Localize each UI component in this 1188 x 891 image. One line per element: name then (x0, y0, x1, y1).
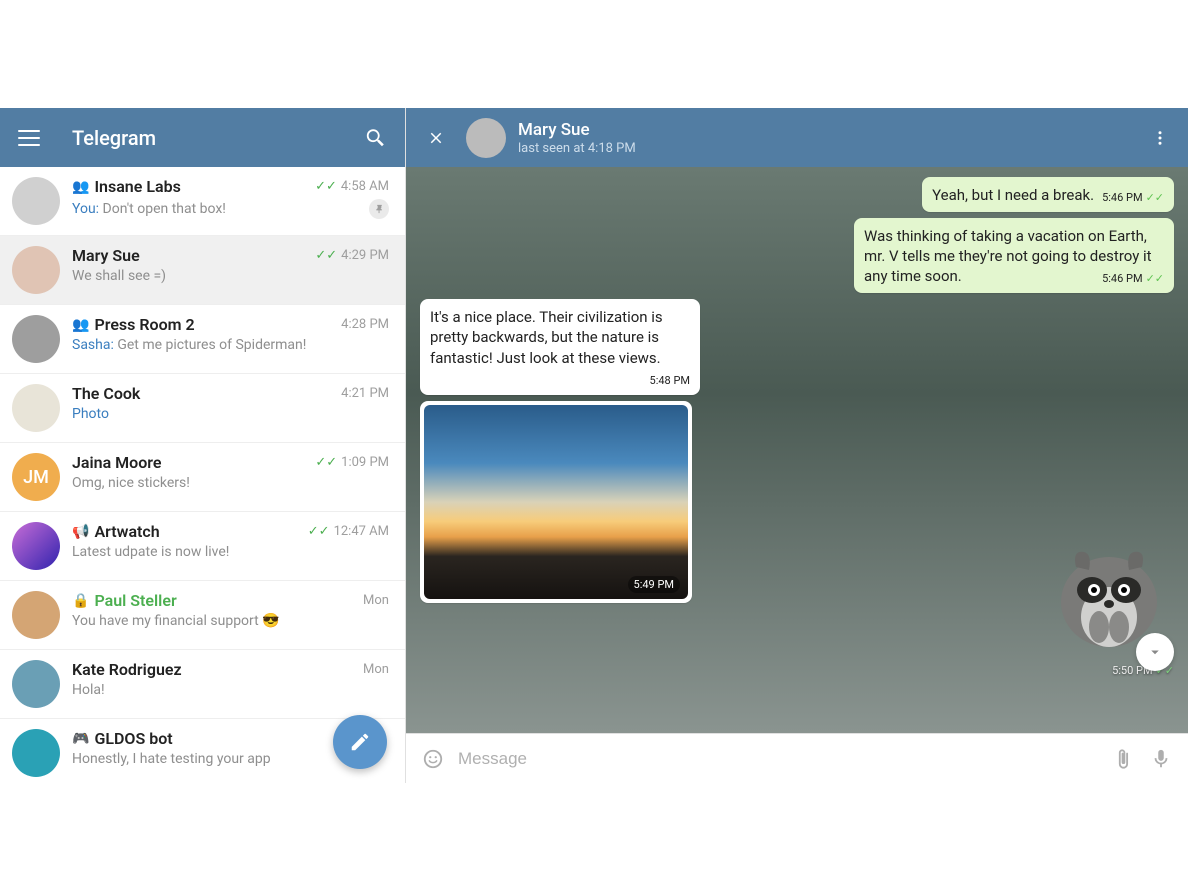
message-input[interactable] (458, 749, 1098, 769)
chat-name: Jaina Moore (72, 453, 315, 472)
close-icon[interactable] (420, 122, 452, 154)
avatar (12, 315, 60, 363)
chat-item-press-room[interactable]: 👥 Press Room 2 4:28 PM Sasha: Get me pic… (0, 305, 405, 374)
avatar (12, 384, 60, 432)
search-icon[interactable] (365, 127, 387, 149)
chat-preview: You: Don't open that box! (72, 201, 363, 217)
avatar (12, 729, 60, 777)
chat-name: Insane Labs (94, 177, 315, 196)
chat-time: 4:29 PM (341, 248, 389, 263)
read-checks-icon: ✓✓ (315, 455, 337, 470)
photo-attachment[interactable]: 5:49 PM (424, 405, 688, 599)
read-checks-icon: ✓✓ (1146, 191, 1164, 204)
chat-preview: Hola! (72, 682, 389, 698)
chat-time: 1:09 PM (341, 455, 389, 470)
chat-time: 4:21 PM (341, 386, 389, 401)
chat-header: Mary Sue last seen at 4:18 PM (406, 108, 1188, 167)
group-icon: 👥 (72, 179, 89, 195)
chat-panel: Mary Sue last seen at 4:18 PM Yeah, but … (406, 108, 1188, 783)
chat-preview: Sasha: Get me pictures of Spiderman! (72, 337, 389, 353)
chat-list[interactable]: 👥 Insane Labs ✓✓ 4:58 AM You: Don't open… (0, 167, 405, 783)
chat-preview: Photo (72, 406, 389, 422)
channel-icon: 📢 (72, 524, 89, 540)
chat-preview: Omg, nice stickers! (72, 475, 389, 491)
chat-name: Kate Rodriguez (72, 660, 363, 679)
chat-time: 4:58 AM (341, 179, 389, 194)
chat-item-jaina-moore[interactable]: JM Jaina Moore ✓✓ 1:09 PM Omg, nice stic… (0, 443, 405, 512)
read-checks-icon: ✓✓ (308, 524, 330, 539)
avatar (12, 591, 60, 639)
message-incoming[interactable]: It's a nice place. Their civilization is… (420, 299, 1174, 395)
pin-icon (369, 199, 389, 219)
chat-time: Mon (363, 593, 389, 608)
read-checks-icon: ✓✓ (1146, 272, 1164, 285)
chat-item-artwatch[interactable]: 📢 Artwatch ✓✓ 12:47 AM Latest udpate is … (0, 512, 405, 581)
emoji-icon[interactable] (420, 746, 446, 772)
attach-icon[interactable] (1110, 746, 1136, 772)
message-outgoing[interactable]: Was thinking of taking a vacation on Ear… (420, 218, 1174, 293)
group-icon: 👥 (72, 317, 89, 333)
message-outgoing[interactable]: Yeah, but I need a break. 5:46 PM ✓✓ (420, 177, 1174, 212)
chat-name: Mary Sue (72, 246, 315, 265)
avatar: JM (12, 453, 60, 501)
lock-icon: 🔒 (72, 593, 89, 609)
message-time: 5:49 PM (628, 576, 680, 593)
scroll-down-button[interactable] (1136, 633, 1174, 671)
chat-item-paul-steller[interactable]: 🔒 Paul Steller Mon You have my financial… (0, 581, 405, 650)
menu-icon[interactable] (18, 130, 40, 146)
microphone-icon[interactable] (1148, 746, 1174, 772)
sidebar: Telegram 👥 Insane Labs ✓✓ 4:58 AM You: D… (0, 108, 406, 783)
message-time: 5:46 PM (1102, 191, 1142, 204)
input-bar (406, 733, 1188, 783)
telegram-app: Telegram 👥 Insane Labs ✓✓ 4:58 AM You: D… (0, 108, 1188, 783)
sidebar-header: Telegram (0, 108, 405, 167)
message-area[interactable]: Yeah, but I need a break. 5:46 PM ✓✓ Was … (406, 167, 1188, 733)
avatar (12, 246, 60, 294)
avatar (12, 177, 60, 225)
chat-item-insane-labs[interactable]: 👥 Insane Labs ✓✓ 4:58 AM You: Don't open… (0, 167, 405, 236)
chat-time: Mon (363, 662, 389, 677)
message-text: It's a nice place. Their civilization is… (430, 308, 663, 367)
chat-name: The Cook (72, 384, 341, 403)
chat-name: Artwatch (94, 522, 307, 541)
message-time: 5:46 PM (1102, 272, 1142, 285)
contact-info[interactable]: Mary Sue last seen at 4:18 PM (518, 120, 1146, 156)
chat-name: Paul Steller (94, 591, 363, 610)
more-icon[interactable] (1146, 124, 1174, 152)
avatar (12, 660, 60, 708)
chat-item-mary-sue[interactable]: Mary Sue ✓✓ 4:29 PM We shall see =) (0, 236, 405, 305)
new-message-button[interactable] (333, 715, 387, 769)
message-text: Yeah, but I need a break. (932, 186, 1094, 204)
bot-icon: 🎮 (72, 731, 89, 747)
chat-name: Press Room 2 (94, 315, 341, 334)
message-time: 5:48 PM (650, 374, 690, 387)
contact-name: Mary Sue (518, 120, 1146, 140)
chat-preview: We shall see =) (72, 268, 389, 284)
chat-preview: You have my financial support 😎 (72, 613, 389, 629)
read-checks-icon: ✓✓ (315, 248, 337, 263)
chat-item-kate-rodriguez[interactable]: Kate Rodriguez Mon Hola! (0, 650, 405, 719)
chat-time: 12:47 AM (334, 524, 389, 539)
app-title: Telegram (72, 126, 365, 150)
chat-preview: Latest udpate is now live! (72, 544, 389, 560)
contact-avatar[interactable] (466, 118, 506, 158)
read-checks-icon: ✓✓ (315, 179, 337, 194)
chat-time: 4:28 PM (341, 317, 389, 332)
chat-item-the-cook[interactable]: The Cook 4:21 PM Photo (0, 374, 405, 443)
contact-status: last seen at 4:18 PM (518, 141, 1146, 156)
avatar (12, 522, 60, 570)
